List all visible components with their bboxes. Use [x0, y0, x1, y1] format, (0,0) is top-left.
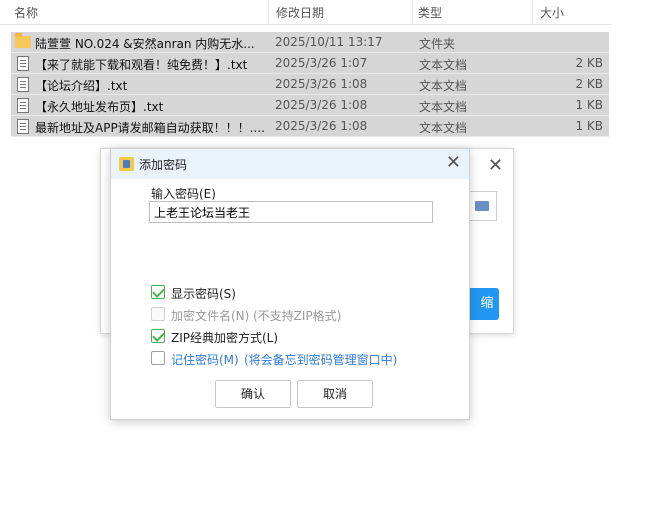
add-password-dialog: 添加密码 ✕ 输入密码(E) 显示密码(S) 加密文件名(N) (不支持ZIP格…	[110, 148, 470, 420]
confirm-button[interactable]: 确认	[215, 380, 291, 408]
file-row[interactable]: 陆萱萱 NO.024 &安然anran 内购无水... 2025/10/11 1…	[11, 32, 609, 53]
column-header-type[interactable]: 类型	[418, 4, 442, 21]
file-name: 最新地址及APP请发邮箱自动获取！！！....	[35, 121, 265, 135]
file-size: 1 KB	[575, 119, 603, 133]
cancel-button[interactable]: 取消	[297, 380, 373, 408]
password-label: 输入密码(E)	[151, 187, 216, 201]
file-date: 2025/3/26 1:07	[275, 56, 368, 70]
column-divider[interactable]	[268, 0, 269, 24]
column-header-date[interactable]: 修改日期	[276, 4, 324, 21]
dialog-title: 添加密码	[139, 158, 188, 172]
file-size: 1 KB	[575, 98, 603, 112]
folder-icon	[15, 33, 31, 48]
text-file-icon	[17, 119, 29, 134]
encrypt-filenames-note: (不支持ZIP格式)	[253, 309, 342, 323]
file-name: 【永久地址发布页】.txt	[35, 100, 164, 114]
file-date: 2025/3/26 1:08	[275, 77, 368, 91]
column-divider[interactable]	[412, 0, 413, 24]
remember-password-label[interactable]: 记住密码(M)	[171, 351, 239, 368]
file-type: 文本文档	[419, 121, 468, 135]
close-icon[interactable]: ✕	[488, 155, 503, 176]
file-name: 【来了就能下载和观看！纯免费！】.txt	[35, 58, 248, 72]
file-name: 陆萱萱 NO.024 &安然anran 内购无水...	[35, 37, 255, 51]
file-row[interactable]: 【论坛介绍】.txt 2025/3/26 1:08 文本文档 2 KB	[11, 74, 609, 95]
zip-classic-encryption-checkbox[interactable]	[151, 329, 165, 343]
column-header-size[interactable]: 大小	[540, 4, 564, 21]
column-divider[interactable]	[532, 0, 533, 24]
file-row[interactable]: 【永久地址发布页】.txt 2025/3/26 1:08 文本文档 1 KB	[11, 95, 609, 116]
show-password-checkbox[interactable]	[151, 285, 165, 299]
text-file-icon	[17, 77, 29, 92]
file-row[interactable]: 【来了就能下载和观看！纯免费！】.txt 2025/3/26 1:07 文本文档…	[11, 53, 609, 74]
file-row[interactable]: 最新地址及APP请发邮箱自动获取！！！.... 2025/3/26 1:08 文…	[11, 116, 609, 137]
file-size: 2 KB	[575, 56, 603, 70]
zip-classic-encryption-label[interactable]: ZIP经典加密方式(L)	[171, 329, 278, 346]
archive-app-icon	[119, 157, 134, 171]
remember-password-checkbox[interactable]	[151, 351, 165, 365]
password-input[interactable]	[149, 201, 433, 223]
close-icon[interactable]: ✕	[446, 152, 461, 173]
file-type: 文件夹	[419, 37, 456, 51]
file-list-header: 名称 修改日期 类型 大小	[0, 0, 612, 25]
encrypt-filenames-checkbox[interactable]	[151, 307, 165, 321]
file-date: 2025/3/26 1:08	[275, 98, 368, 112]
text-file-icon	[17, 56, 29, 71]
compress-button[interactable]: 缩	[465, 288, 499, 320]
dialog-titlebar[interactable]: 添加密码 ✕	[111, 149, 469, 179]
file-date: 2025/10/11 13:17	[275, 35, 383, 49]
file-type: 文本文档	[419, 79, 468, 93]
file-type: 文本文档	[419, 58, 468, 72]
browse-folder-button[interactable]	[467, 191, 497, 221]
encrypt-filenames-label: 加密文件名(N)	[171, 309, 250, 323]
text-file-icon	[17, 98, 29, 113]
column-header-name[interactable]: 名称	[14, 4, 38, 21]
file-size: 2 KB	[575, 77, 603, 91]
file-date: 2025/3/26 1:08	[275, 119, 368, 133]
file-name: 【论坛介绍】.txt	[35, 79, 128, 93]
folder-icon	[475, 201, 489, 211]
remember-password-note: (将会备忘到密码管理窗口中)	[244, 353, 398, 367]
compress-button-label: 缩	[480, 296, 494, 311]
file-type: 文本文档	[419, 100, 468, 114]
show-password-label[interactable]: 显示密码(S)	[171, 285, 236, 302]
